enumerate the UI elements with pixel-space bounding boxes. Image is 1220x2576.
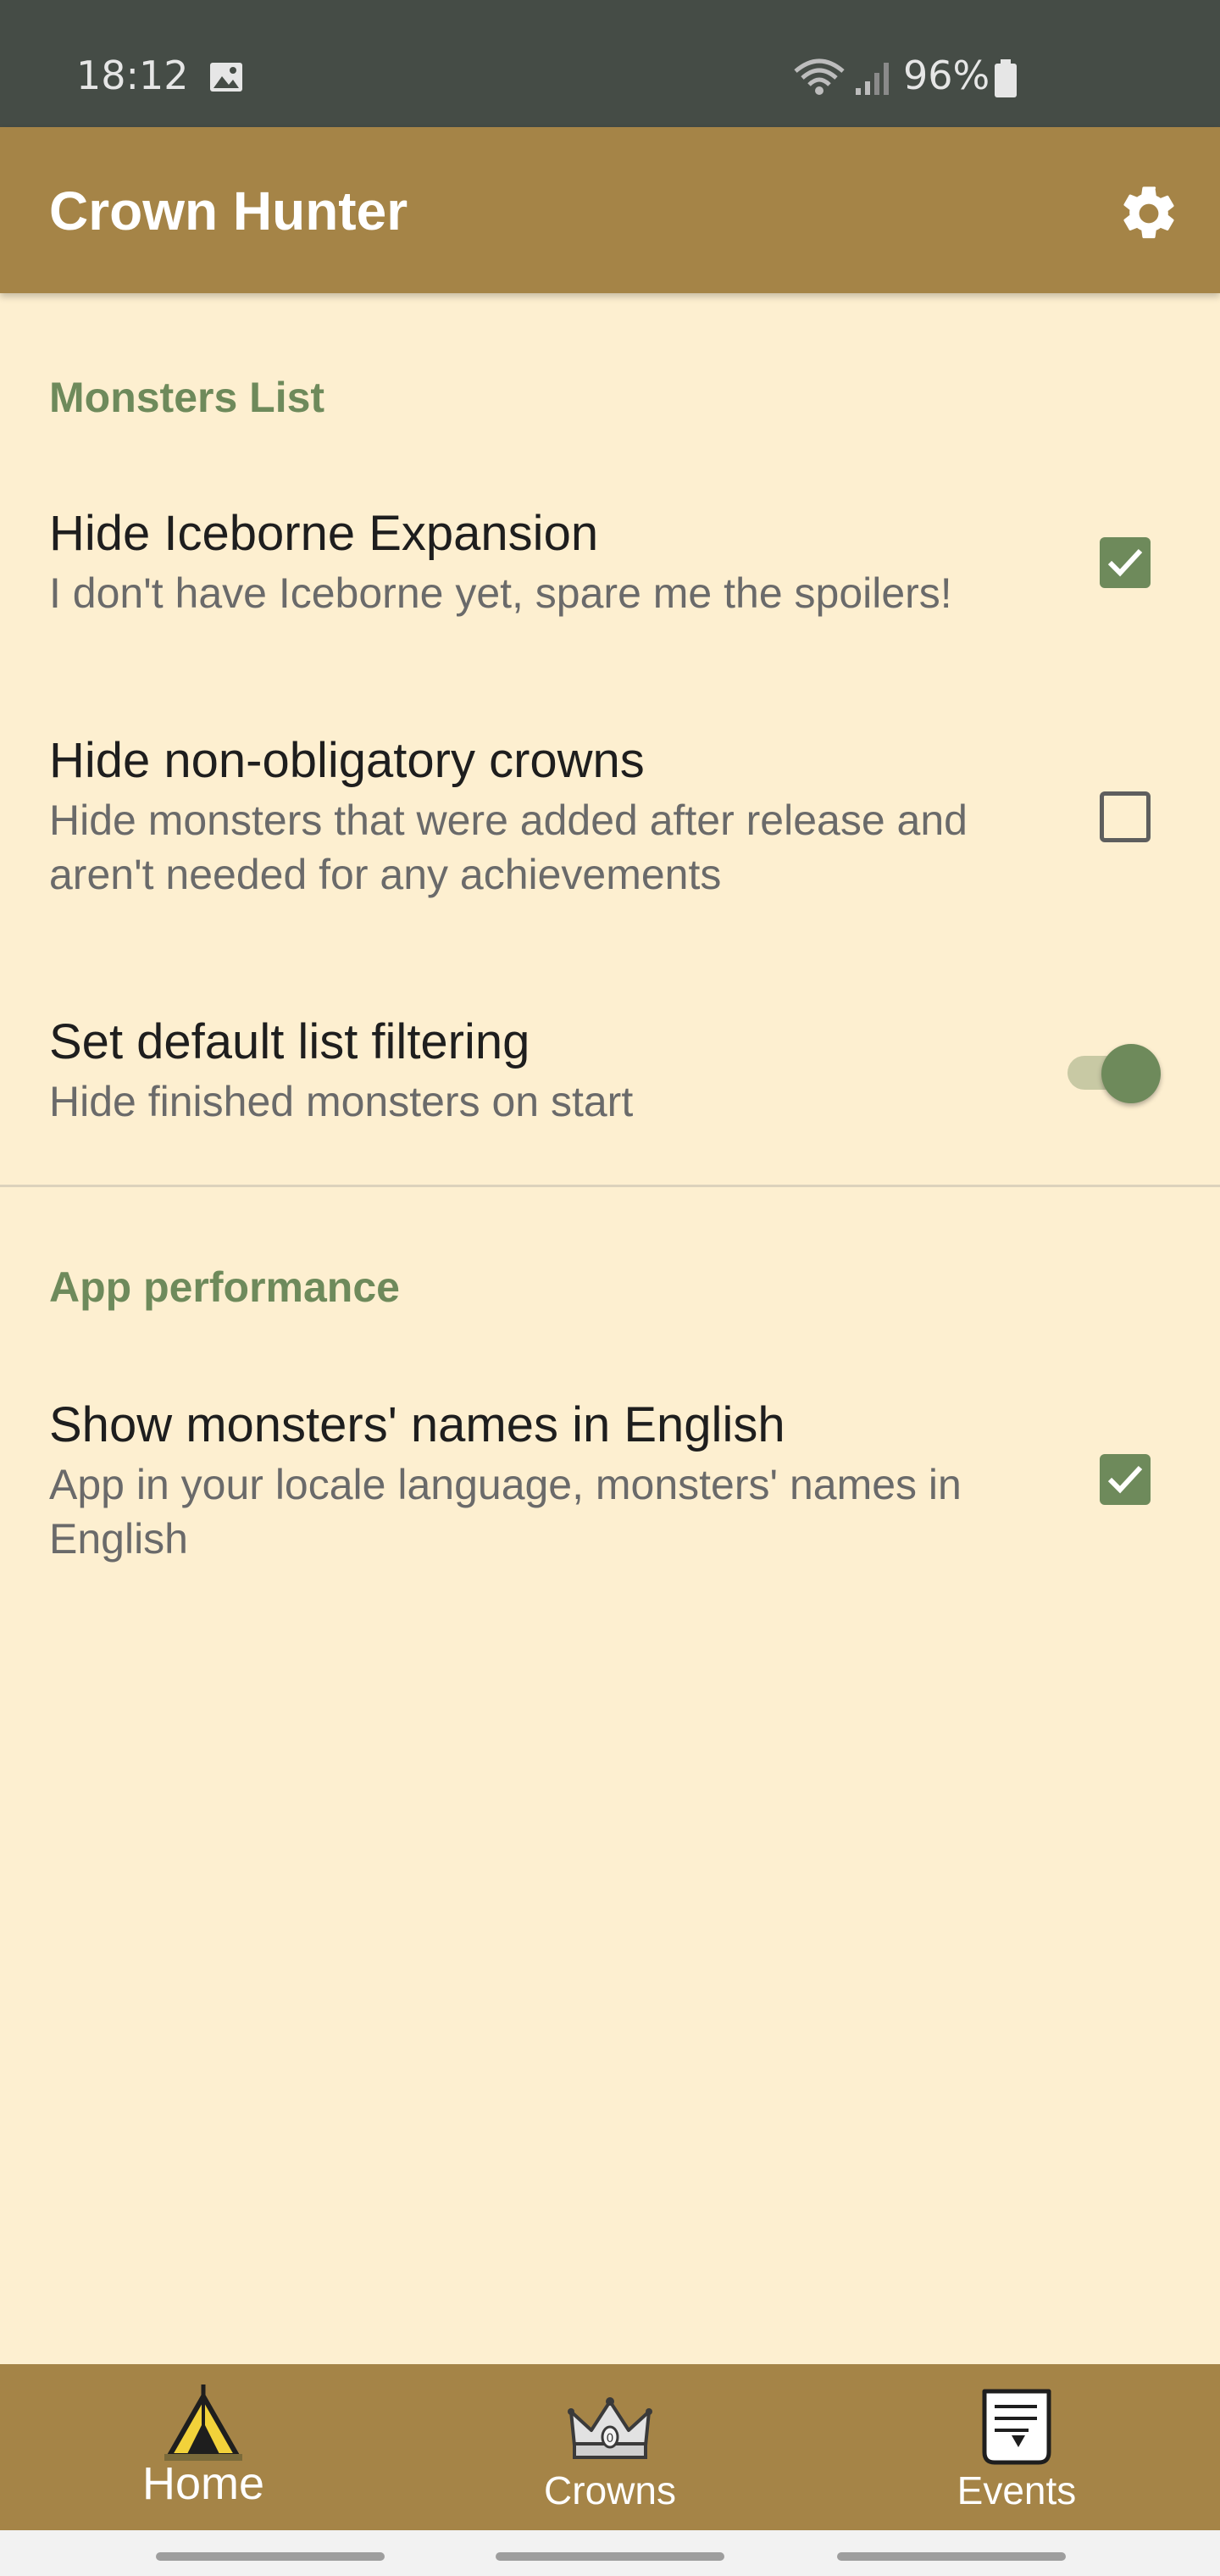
hide-iceborne-checkbox[interactable]	[1100, 537, 1151, 588]
nav-label-crowns: Crowns	[544, 2468, 676, 2512]
nav-crowns[interactable]: 0 Crowns	[407, 2364, 813, 2530]
nav-home[interactable]: Home	[0, 2364, 407, 2530]
nav-label-home: Home	[141, 2458, 265, 2509]
pref-hide-iceborne[interactable]: Hide Iceborne Expansion I don't have Ice…	[0, 505, 1220, 632]
checkmark-icon	[1107, 1465, 1143, 1494]
wifi-icon	[794, 58, 845, 95]
image-notification-icon	[210, 63, 242, 92]
battery-icon	[995, 59, 1017, 97]
switch-thumb[interactable]	[1101, 1044, 1161, 1103]
tent-icon	[164, 2384, 242, 2461]
gesture-bar	[0, 2530, 1220, 2576]
bottom-navigation: Home 0 Crowns Events	[0, 2364, 1220, 2530]
pref-title: Show monsters' names in English	[49, 1397, 785, 1452]
scroll-icon	[982, 2389, 1051, 2465]
english-names-checkbox[interactable]	[1100, 1454, 1151, 1505]
pref-summary: I don't have Iceborne yet, spare me the …	[49, 569, 952, 617]
default-filtering-switch[interactable]	[1064, 1035, 1166, 1103]
pref-title: Hide non-obligatory crowns	[49, 733, 645, 788]
pref-default-list-filtering[interactable]: Set default list filtering Hide finished…	[0, 1013, 1220, 1141]
crown-icon: 0	[568, 2397, 652, 2459]
pref-hide-non-obligatory[interactable]: Hide non-obligatory crowns Hide monsters…	[0, 732, 1220, 902]
hide-non-obligatory-checkbox[interactable]	[1100, 791, 1151, 842]
status-time: 18:12	[76, 53, 189, 98]
gesture-pill-left[interactable]	[156, 2552, 385, 2561]
gesture-pill-center[interactable]	[496, 2552, 724, 2561]
nav-events[interactable]: Events	[813, 2364, 1220, 2530]
gesture-pill-right[interactable]	[837, 2552, 1066, 2561]
gear-icon[interactable]	[1117, 181, 1181, 246]
section-divider	[0, 1185, 1220, 1187]
pref-summary: Hide monsters that were added after rele…	[49, 797, 968, 898]
pref-title: Set default list filtering	[49, 1014, 530, 1069]
status-bar: 18:12 96%	[0, 0, 1220, 127]
nav-label-events: Events	[957, 2468, 1077, 2512]
app-bar: Crown Hunter	[0, 127, 1220, 293]
battery-percentage: 96%	[903, 53, 990, 98]
pref-title: Hide Iceborne Expansion	[49, 506, 599, 561]
signal-icon	[856, 63, 889, 95]
pref-english-names[interactable]: Show monsters' names in English App in y…	[0, 1396, 1220, 1566]
app-title: Crown Hunter	[49, 180, 408, 242]
checkmark-icon	[1107, 548, 1143, 577]
section-header-monsters-list: Monsters List	[49, 374, 325, 421]
pref-summary: App in your locale language, monsters' n…	[49, 1461, 962, 1563]
pref-summary: Hide finished monsters on start	[49, 1078, 634, 1125]
section-header-app-performance: App performance	[49, 1263, 400, 1311]
svg-text:0: 0	[607, 2432, 614, 2446]
